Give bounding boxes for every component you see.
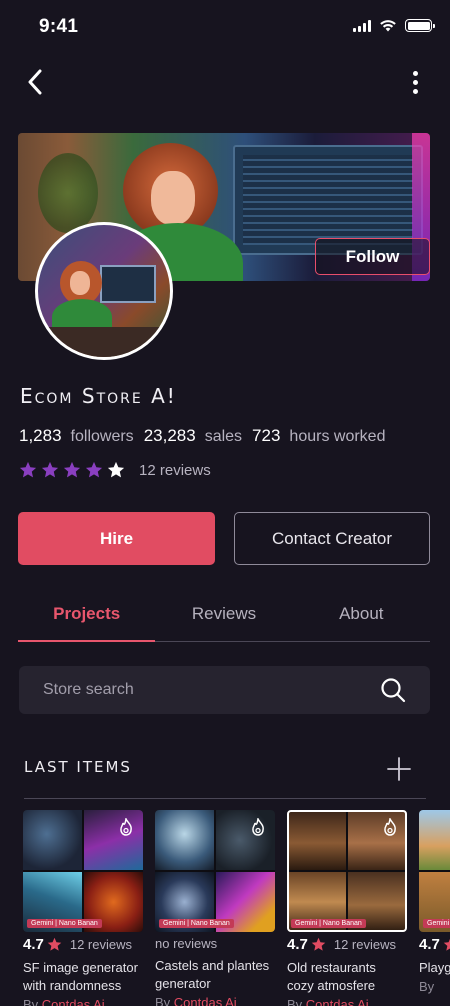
contact-creator-button[interactable]: Contact Creator	[234, 512, 430, 565]
store-search-bar	[19, 666, 430, 714]
store-search-input[interactable]	[19, 666, 369, 714]
model-tag: Gemini | Nano Banan	[27, 919, 102, 928]
followers-count: 1,283	[19, 426, 62, 445]
item-title: Old restaurants cozy atmosfere	[287, 960, 376, 993]
follow-button[interactable]: Follow	[315, 238, 430, 275]
more-options-button[interactable]	[400, 66, 430, 98]
rating-stars	[19, 461, 125, 479]
item-author: By	[419, 979, 435, 994]
item-reviews: 12 reviews	[69, 937, 132, 952]
item-card[interactable]: Gemini | Nano Banan 4.7 12 reviews Old r…	[287, 810, 407, 1006]
status-bar: 9:41	[0, 0, 450, 54]
battery-icon	[405, 19, 435, 32]
rating-row: 12 reviews	[19, 461, 211, 479]
store-name: Ecom Store A!	[20, 384, 177, 408]
star-icon	[63, 461, 81, 478]
tab-projects[interactable]: Projects	[18, 596, 156, 642]
star-icon	[443, 938, 450, 951]
flame-icon	[384, 818, 396, 836]
plus-icon[interactable]	[386, 756, 412, 782]
status-icons	[353, 19, 435, 32]
dot-icon	[412, 70, 418, 76]
flame-icon	[120, 818, 132, 836]
item-rating: 4.7	[419, 936, 440, 953]
item-rating: 4.7	[23, 936, 44, 953]
chevron-left-icon	[28, 69, 42, 95]
item-card[interactable]: Gemini | Nano Banan 4.7 12 reviews SF im…	[23, 810, 143, 1006]
reviews-count[interactable]: 12 reviews	[139, 462, 211, 479]
search-icon[interactable]	[380, 677, 406, 703]
item-reviews: 12 reviews	[333, 937, 396, 952]
item-title: SF image generator with randomness	[23, 960, 138, 993]
divider	[24, 798, 426, 799]
flame-icon	[252, 818, 264, 836]
model-tag: Gemini | Nano Banan	[291, 919, 366, 928]
item-thumbnail: Gemini | Nano Banan	[23, 810, 143, 932]
model-tag: Gemini	[423, 919, 450, 928]
item-thumbnail: Gemini | Nano Banan	[155, 810, 275, 932]
item-card[interactable]: Gemini 4.7 Playg By	[419, 810, 450, 994]
back-button[interactable]	[20, 66, 50, 98]
star-icon	[47, 937, 62, 951]
top-nav	[0, 62, 450, 102]
item-author: By Contdas Ai	[23, 997, 105, 1006]
item-thumbnail: Gemini	[419, 810, 450, 932]
status-time: 9:41	[39, 16, 79, 37]
star-icon	[41, 461, 59, 478]
sales-label: sales	[204, 428, 243, 445]
section-title: LAST ITEMS	[24, 758, 132, 776]
wifi-icon	[380, 20, 396, 32]
tab-reviews[interactable]: Reviews	[155, 596, 292, 641]
hours-worked-label: hours worked	[289, 428, 386, 445]
hire-button[interactable]: Hire	[18, 512, 215, 565]
item-reviews: no reviews	[155, 936, 218, 951]
item-rating: 4.7	[287, 936, 308, 953]
star-icon	[107, 461, 125, 478]
profile-stats: 1,283 followers 23,283 sales 723 hours w…	[19, 426, 395, 446]
item-card[interactable]: Gemini | Nano Banan no reviews Castels a…	[155, 810, 275, 1006]
item-author: By Contdas Ai	[155, 995, 237, 1006]
sales-count: 23,283	[143, 426, 196, 445]
items-carousel: Gemini | Nano Banan 4.7 12 reviews SF im…	[0, 810, 450, 1006]
cellular-signal-icon	[353, 19, 371, 32]
item-author: By Contdas Ai	[287, 997, 369, 1006]
dot-icon	[412, 79, 418, 85]
tab-about[interactable]: About	[293, 596, 430, 641]
item-thumbnail: Gemini | Nano Banan	[287, 810, 407, 932]
item-title: Castels and plantes generator	[155, 958, 270, 991]
star-icon	[311, 937, 326, 951]
dot-icon	[412, 88, 418, 94]
star-icon	[85, 461, 103, 478]
hours-worked-count: 723	[252, 426, 281, 445]
profile-tabs: Projects Reviews About	[18, 596, 430, 642]
star-icon	[19, 461, 37, 478]
avatar[interactable]	[35, 222, 173, 360]
item-title: Playg	[419, 960, 450, 975]
followers-label: followers	[70, 428, 134, 445]
model-tag: Gemini | Nano Banan	[159, 919, 234, 928]
